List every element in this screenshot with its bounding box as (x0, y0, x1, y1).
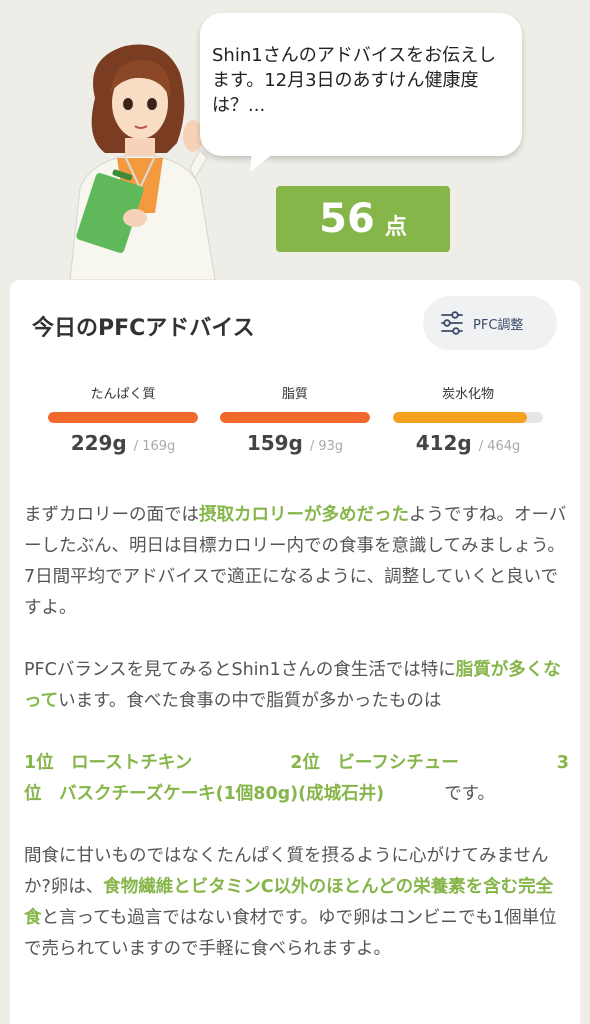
speech-bubble-tail (250, 150, 278, 172)
nutrient-label: たんぱく質 (90, 387, 156, 402)
nutrient-carb: 炭水化物 412g / 464g (393, 383, 543, 455)
nutrient-bar (48, 412, 198, 423)
ranking-item-2: 2位 ビーフシチュー (290, 753, 459, 773)
nutrient-bar-fill (393, 412, 527, 423)
nutrient-values: 229g / 169g (48, 431, 198, 455)
advice-paragraph: まずカロリーの面では摂取カロリーが多めだったようですね。オーバーしたぶん、明日は… (24, 500, 569, 624)
nutrient-value: 412g (415, 431, 472, 455)
nutrient-protein: たんぱく質 229g / 169g (48, 383, 198, 455)
nutrient-target: / 464g (478, 439, 521, 454)
nutrient-target: / 169g (133, 439, 176, 454)
nutrient-bar (393, 412, 543, 423)
card-title: 今日のPFCアドバイス (32, 316, 255, 341)
ranking-item-1: 1位 ローストチキン (24, 753, 193, 773)
nutrient-value: 229g (70, 431, 127, 455)
nutrient-value: 159g (246, 431, 303, 455)
speech-bubble: Shin1さんのアドバイスをお伝えします。12月3日のあすけん健康度は？... (200, 13, 522, 156)
ranking-line: 位 バスクチーズケーキ(1個80g)(成城石井) です。 (24, 779, 569, 810)
score-value: 56 (319, 196, 375, 242)
nutrient-values: 412g / 464g (393, 431, 543, 455)
advice-text-segment: です。 (444, 784, 495, 804)
nutrient-bar-fill (48, 412, 198, 423)
nutrient-values: 159g / 93g (220, 431, 370, 455)
sliders-icon (441, 311, 463, 335)
pfc-adjust-button[interactable]: PFC調整 (423, 296, 557, 350)
fat-ranking: 1位 ローストチキン 2位 ビーフシチュー 3 位 バスクチーズケーキ(1個80… (24, 748, 569, 810)
pfc-advice-card: 今日のPFCアドバイス PFC調整 たんぱく質 229g / 169g 脂質 1… (10, 280, 580, 1024)
nutrient-target: / 93g (309, 439, 344, 454)
advice-header: Shin1さんのアドバイスをお伝えします。12月3日のあすけん健康度は？... … (0, 0, 590, 285)
pfc-adjust-label: PFC調整 (473, 317, 524, 333)
speech-text: Shin1さんのアドバイスをお伝えします。12月3日のあすけん健康度は？... (212, 45, 497, 116)
advice-paragraph: PFCバランスを見てみるとShin1さんの食生活では特に脂質が多くなっています。… (24, 655, 569, 717)
score-unit: 点 (384, 215, 407, 240)
advice-text-segment: PFCバランスを見てみるとShin1さんの食生活では特に (24, 660, 456, 680)
advice-paragraph: 間食に甘いものではなくたんぱく質を摂るように心がけてみませんか?卵は、食物繊維と… (24, 841, 569, 965)
nutrient-bar (220, 412, 370, 423)
nutrient-bar-fill (220, 412, 370, 423)
nutrient-label: 脂質 (281, 387, 308, 402)
advice-text-segment: と言っても過言ではない食材です。ゆで卵はコンビニでも1個単位で売られていますので… (24, 908, 557, 959)
advice-text: まずカロリーの面では摂取カロリーが多めだったようですね。オーバーしたぶん、明日は… (24, 500, 569, 996)
ranking-line: 1位 ローストチキン 2位 ビーフシチュー 3 (24, 748, 569, 779)
score-badge: 56 点 (276, 186, 450, 252)
advice-highlight: 摂取カロリーが多めだった (199, 505, 409, 525)
advice-text-segment: まずカロリーの面では (24, 505, 199, 525)
nutrient-fat: 脂質 159g / 93g (220, 383, 370, 455)
ranking-item-3-number: 3 (556, 753, 569, 773)
nutrient-label: 炭水化物 (441, 387, 494, 402)
ranking-item-3: 位 バスクチーズケーキ(1個80g)(成城石井) (24, 784, 385, 804)
advice-text-segment: います。食べた食事の中で脂質が多かったものは (58, 691, 442, 711)
